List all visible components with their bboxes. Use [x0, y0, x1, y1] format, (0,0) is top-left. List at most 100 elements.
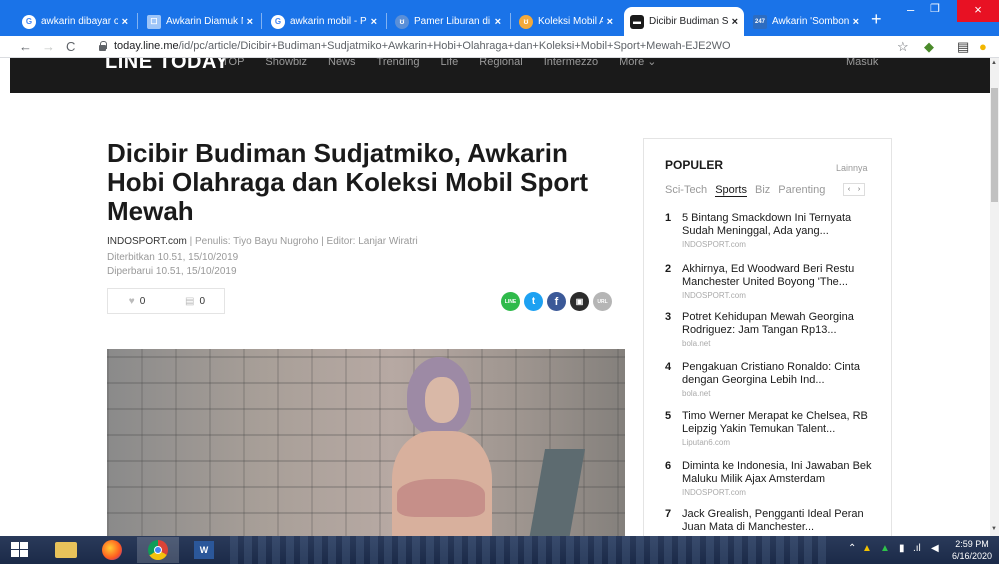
signal-icon[interactable]: .ıl — [913, 543, 921, 554]
line-icon: ▬ — [630, 14, 644, 29]
back-icon[interactable]: ← — [19, 39, 32, 54]
windows-taskbar: W ⌃ ▲ ▲ ▮ .ıl ◀ — [0, 536, 999, 564]
close-tab-icon[interactable]: × — [247, 16, 253, 28]
volume-icon[interactable]: ◀ — [931, 543, 939, 554]
nav-more[interactable]: More ⌄ — [619, 58, 656, 70]
scrollbar-thumb[interactable] — [991, 88, 998, 202]
nav-regional[interactable]: Regional — [479, 58, 522, 70]
profile-icon[interactable]: ● — [979, 39, 987, 54]
word-icon[interactable]: W — [183, 537, 225, 563]
browser-tab[interactable]: ☐ Awkarin Diamuk Ne × — [141, 7, 259, 36]
close-tab-icon[interactable]: × — [122, 16, 128, 28]
browser-tab[interactable]: 247 Awkarin 'Sombong × — [747, 7, 865, 36]
tray-chevron-icon[interactable]: ⌃ — [848, 543, 856, 554]
restore-icon[interactable]: ❐ — [930, 2, 940, 15]
site-icon: ʊ — [395, 14, 409, 29]
comment-icon: ▤ — [184, 295, 195, 307]
item-number: 6 — [665, 460, 672, 472]
tab-biz[interactable]: Biz — [755, 184, 770, 197]
url-field[interactable]: today.line.me/id/pc/article/Dicibir+Budi… — [114, 40, 731, 52]
browser-tab[interactable]: G awkarin dibayar ole × — [16, 7, 134, 36]
item-title[interactable]: Timo Werner Merapat ke Chelsea, RB Leipz… — [682, 410, 882, 436]
image-figure-face — [425, 377, 459, 423]
sidebar-tabs: Sci-Tech Sports Biz Parenting — [665, 184, 833, 197]
browser-tab[interactable]: ʊ Pamer Liburan di E × — [389, 7, 507, 36]
page-scrollbar[interactable]: ▲ ▼ — [990, 58, 999, 536]
minimize-icon[interactable]: – — [907, 2, 914, 17]
nav-trending[interactable]: Trending — [377, 58, 420, 70]
comment-count: 0 — [199, 295, 205, 307]
comment-button[interactable]: ▤ 0 — [166, 289, 224, 313]
browser-tab-active[interactable]: ▬ Dicibir Budiman Su × — [624, 7, 744, 36]
battery-icon[interactable]: ▮ — [899, 543, 905, 554]
image-figure-top — [397, 479, 485, 517]
article-updated: Diperbarui 10.51, 15/10/2019 — [107, 266, 237, 277]
article-source[interactable]: INDOSPORT.com — [107, 236, 187, 247]
tab-title: Awkarin 'Sombong — [772, 16, 849, 27]
item-title[interactable]: Akhirnya, Ed Woodward Beri Restu Manches… — [682, 263, 882, 289]
new-tab-button[interactable]: + — [871, 9, 882, 30]
site-logo[interactable]: LINE TODAY — [105, 58, 229, 74]
article-credits: | Penulis: Tiyo Bayu Nugroho | Editor: L… — [189, 236, 418, 247]
scroll-down-icon[interactable]: ▼ — [991, 526, 997, 532]
close-tab-icon[interactable]: × — [732, 16, 738, 28]
tray-app-icon[interactable]: ▲ — [880, 543, 890, 554]
window-close-button[interactable]: × — [957, 0, 999, 22]
item-number: 4 — [665, 361, 672, 373]
tab-title: Dicibir Budiman Su — [649, 16, 728, 27]
reload-icon[interactable]: C — [66, 39, 75, 54]
scroll-up-icon[interactable]: ▲ — [991, 60, 997, 66]
browser-tab[interactable]: G awkarin mobil - Pe × — [265, 7, 383, 36]
extension-icon[interactable]: ◆ — [924, 39, 934, 55]
tab-divider — [510, 13, 511, 29]
chevron-left-icon[interactable]: ‹ — [844, 184, 854, 195]
forward-icon[interactable]: → — [42, 39, 55, 54]
share-facebook-button[interactable]: f — [547, 292, 566, 311]
tab-title: Koleksi Mobil Awka — [538, 16, 603, 27]
taskbar-clock[interactable]: 2:59 PM 6/16/2020 — [949, 538, 995, 562]
extension-icon[interactable]: ▤ — [957, 39, 969, 55]
nav-top[interactable]: TOP — [222, 58, 244, 70]
close-tab-icon[interactable]: × — [495, 16, 501, 28]
close-tab-icon[interactable]: × — [853, 16, 859, 28]
close-tab-icon[interactable]: × — [371, 16, 377, 28]
item-title[interactable]: Diminta ke Indonesia, Ini Jawaban Bek Ma… — [682, 460, 882, 486]
login-link[interactable]: Masuk — [846, 58, 878, 68]
like-button[interactable]: ♥ 0 — [108, 289, 166, 313]
item-title[interactable]: Jack Grealish, Pengganti Ideal Peran Jua… — [682, 508, 882, 534]
share-twitter-button[interactable]: t — [524, 292, 543, 311]
nav-showbiz[interactable]: Showbiz — [265, 58, 307, 70]
tab-parenting[interactable]: Parenting — [778, 184, 825, 197]
close-tab-icon[interactable]: × — [607, 16, 613, 28]
reaction-counters: ♥ 0 ▤ 0 — [107, 288, 225, 314]
tab-divider — [261, 13, 262, 29]
nav-life[interactable]: Life — [441, 58, 459, 70]
taskbar-wallpaper — [230, 536, 830, 564]
tab-sports[interactable]: Sports — [715, 184, 747, 197]
heart-icon: ♥ — [128, 295, 135, 307]
tab-title: awkarin mobil - Pe — [290, 16, 367, 27]
tray-app-icon[interactable]: ▲ — [862, 543, 872, 554]
item-source: bola.net — [682, 389, 711, 398]
share-line-button[interactable]: LINE — [501, 292, 520, 311]
windows-start-icon[interactable] — [11, 542, 28, 558]
item-source: Liputan6.com — [682, 438, 731, 447]
bookmark-star-icon[interactable]: ☆ — [897, 39, 909, 55]
file-explorer-icon[interactable] — [45, 537, 87, 563]
tab-sci-tech[interactable]: Sci-Tech — [665, 184, 707, 197]
share-bookmark-button[interactable]: ▣ — [570, 292, 589, 311]
chrome-icon[interactable] — [137, 537, 179, 563]
firefox-icon[interactable] — [91, 537, 133, 563]
tab-divider — [386, 13, 387, 29]
nav-news[interactable]: News — [328, 58, 356, 70]
like-count: 0 — [139, 295, 146, 307]
article-published: Diterbitkan 10.51, 15/10/2019 — [107, 252, 239, 263]
item-title[interactable]: 5 Bintang Smackdown Ini Ternyata Sudah M… — [682, 212, 882, 238]
browser-tab[interactable]: ʊ Koleksi Mobil Awka × — [513, 7, 619, 36]
item-title[interactable]: Potret Kehidupan Mewah Georgina Rodrigue… — [682, 311, 882, 337]
chevron-right-icon[interactable]: › — [854, 184, 864, 195]
sidebar-more-link[interactable]: Lainnya — [836, 163, 868, 173]
share-url-button[interactable]: URL — [593, 292, 612, 311]
nav-intermezzo[interactable]: Intermezzo — [544, 58, 598, 70]
item-title[interactable]: Pengakuan Cristiano Ronaldo: Cinta denga… — [682, 361, 882, 387]
